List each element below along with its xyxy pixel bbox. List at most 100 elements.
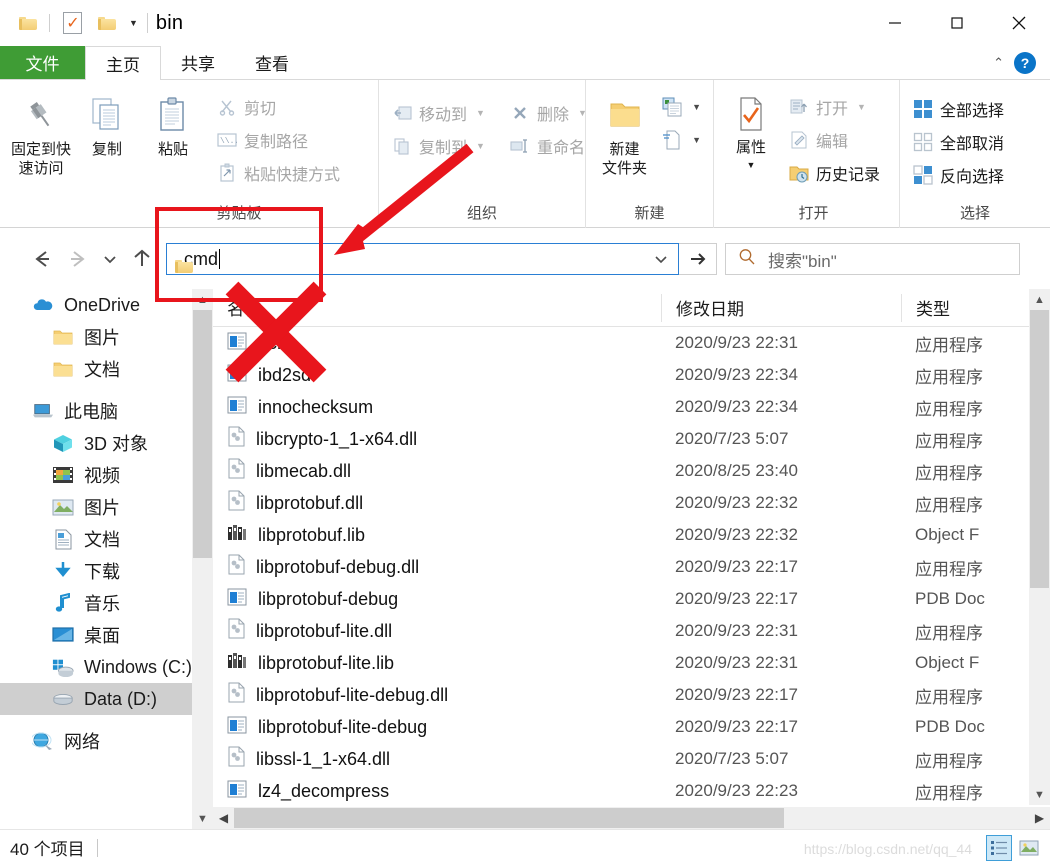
collapse-ribbon-icon[interactable]: ⌃: [993, 55, 1004, 71]
qat-properties-icon[interactable]: ✓: [55, 6, 89, 40]
nav-scroll-thumb[interactable]: [193, 310, 212, 558]
table-row[interactable]: lz4_decompress 2020/9/23 22:23 应用程序: [213, 775, 1050, 807]
sidebar-item-0[interactable]: OneDrive: [0, 289, 213, 321]
tab-view[interactable]: 查看: [235, 46, 309, 79]
window-folder-icon[interactable]: [10, 6, 44, 40]
table-row[interactable]: libcrypto-1_1-x64.dll 2020/7/23 5:07 应用程序: [213, 423, 1050, 455]
nav-scroll-down-icon[interactable]: ▼: [192, 808, 213, 829]
file-type-cell: 应用程序: [915, 335, 983, 355]
table-row[interactable]: libprotobuf.dll 2020/9/23 22:32 应用程序: [213, 487, 1050, 519]
table-row[interactable]: libprotobuf-lite.lib 2020/9/23 22:31 Objec…: [213, 647, 1050, 679]
list-scroll-thumb[interactable]: [1030, 310, 1049, 588]
history-button[interactable]: 历史记录: [784, 158, 884, 188]
move-to-caret-icon[interactable]: ▼: [476, 108, 485, 118]
copy-path-button[interactable]: \\.. 复制路径: [212, 125, 344, 155]
rename-button[interactable]: 重命名: [505, 131, 591, 161]
edit-button[interactable]: 编辑: [784, 125, 884, 155]
sidebar-item-6[interactable]: 图片: [0, 491, 213, 523]
sidebar-item-5[interactable]: 视频: [0, 459, 213, 491]
paste-button[interactable]: 粘贴: [140, 88, 206, 159]
easy-access-button[interactable]: ▼: [657, 125, 705, 155]
search-box[interactable]: 搜索"bin": [725, 243, 1020, 275]
pin-to-quick-access-button[interactable]: 固定到快 速访问: [8, 88, 74, 178]
hscroll-track[interactable]: [234, 807, 1029, 829]
copy-to-button[interactable]: 复制到 ▼: [387, 131, 489, 161]
tab-share[interactable]: 共享: [161, 46, 235, 79]
column-header-date[interactable]: 修改日期: [661, 293, 901, 322]
column-header-type[interactable]: 类型: [901, 293, 1011, 322]
table-row[interactable]: libprotobuf-debug.dll 2020/9/23 22:17 应用程序: [213, 551, 1050, 583]
address-bar[interactable]: cmd: [166, 243, 679, 275]
table-row[interactable]: innochecksum 2020/9/23 22:34 应用程序: [213, 391, 1050, 423]
go-button[interactable]: [679, 243, 717, 275]
sidebar-item-2[interactable]: 文档: [0, 353, 213, 385]
thumbnail-view-icon[interactable]: [1016, 835, 1042, 861]
sidebar-item-9[interactable]: 音乐: [0, 587, 213, 619]
properties-button[interactable]: 属性 ▼: [722, 88, 780, 173]
sidebar-item-7[interactable]: 文档: [0, 523, 213, 555]
quick-access-toolbar: ✓ ▼ bin: [0, 6, 183, 40]
up-button[interactable]: [124, 241, 160, 277]
sidebar-item-13[interactable]: 网络: [0, 725, 213, 757]
table-row[interactable]: libssl-1_1-x64.dll 2020/7/23 5:07 应用程序: [213, 743, 1050, 775]
tab-file[interactable]: 文件: [0, 46, 85, 79]
sidebar-item-8[interactable]: 下载: [0, 555, 213, 587]
list-scroll-up-icon[interactable]: ▲: [1029, 289, 1050, 310]
hscroll-right-icon[interactable]: ▶: [1029, 807, 1050, 829]
tab-home[interactable]: 主页: [85, 46, 161, 80]
onedrive-cloud-icon: [32, 297, 54, 313]
hscroll-left-icon[interactable]: ◀: [213, 807, 234, 829]
hscroll-thumb[interactable]: [234, 808, 784, 828]
copy-button[interactable]: 复制: [74, 88, 140, 159]
new-item-caret-icon[interactable]: ▼: [692, 102, 701, 112]
open-button[interactable]: 打开 ▼: [784, 92, 884, 122]
new-item-button[interactable]: ▼: [657, 92, 705, 122]
qat-new-folder-icon[interactable]: [89, 6, 123, 40]
table-row[interactable]: libprotobuf-lite-debug 2020/9/23 22:17 PDB…: [213, 711, 1050, 743]
recent-locations-button[interactable]: [96, 241, 124, 277]
sidebar-item-1[interactable]: 图片: [0, 321, 213, 353]
open-caret-icon[interactable]: ▼: [857, 102, 866, 112]
select-none-button[interactable]: 全部取消: [908, 127, 1008, 157]
invert-selection-button[interactable]: 反向选择: [908, 160, 1008, 190]
forward-button[interactable]: [60, 241, 96, 277]
help-icon[interactable]: ?: [1014, 51, 1036, 74]
details-view-icon[interactable]: [986, 834, 1012, 861]
properties-caret-icon[interactable]: ▼: [747, 160, 756, 170]
select-all-button[interactable]: 全部选择: [908, 94, 1008, 124]
nav-pane-scrollbar[interactable]: ▲ ▼: [192, 289, 213, 829]
table-row[interactable]: libprotobuf.lib 2020/9/23 22:32 Object F: [213, 519, 1050, 551]
qat-dropdown-icon[interactable]: ▼: [123, 6, 145, 40]
new-folder-button[interactable]: 新建 文件夹: [594, 88, 655, 178]
sidebar-item-12[interactable]: Data (D:): [0, 683, 213, 715]
minimize-button[interactable]: [864, 0, 926, 46]
back-button[interactable]: [24, 241, 60, 277]
table-row[interactable]: echo 2020/9/23 22:31 应用程序: [213, 327, 1050, 359]
address-dropdown-icon[interactable]: [644, 244, 678, 274]
move-to-button[interactable]: 移动到 ▼: [387, 98, 489, 128]
table-row[interactable]: ibd2sdi 2020/9/23 22:34 应用程序: [213, 359, 1050, 391]
title-bar: ✓ ▼ bin: [0, 0, 1050, 46]
easy-access-caret-icon[interactable]: ▼: [692, 135, 701, 145]
delete-button[interactable]: 删除 ▼: [505, 98, 591, 128]
copy-to-caret-icon[interactable]: ▼: [476, 141, 485, 151]
table-row[interactable]: libmecab.dll 2020/8/25 23:40 应用程序: [213, 455, 1050, 487]
list-scroll-down-icon[interactable]: ▼: [1029, 784, 1050, 805]
nav-scroll-up-icon[interactable]: ▲: [192, 289, 213, 310]
sidebar-item-4[interactable]: 3D 对象: [0, 427, 213, 459]
paste-shortcut-button[interactable]: 粘贴快捷方式: [212, 158, 344, 188]
cut-button[interactable]: 剪切: [212, 92, 344, 122]
search-input[interactable]: 搜索"bin": [768, 247, 837, 272]
column-header-name[interactable]: 名称: [213, 294, 661, 322]
close-button[interactable]: [988, 0, 1050, 46]
sidebar-item-10[interactable]: 桌面: [0, 619, 213, 651]
file-type-cell: 应用程序: [915, 495, 983, 515]
table-row[interactable]: libprotobuf-lite-debug.dll 2020/9/23 22:1…: [213, 679, 1050, 711]
file-list-horizontal-scrollbar[interactable]: ◀ ▶: [213, 807, 1050, 829]
sidebar-item-11[interactable]: Windows (C:): [0, 651, 213, 683]
maximize-button[interactable]: [926, 0, 988, 46]
table-row[interactable]: libprotobuf-lite.dll 2020/9/23 22:31 应用程序: [213, 615, 1050, 647]
table-row[interactable]: libprotobuf-debug 2020/9/23 22:17 PDB Doc: [213, 583, 1050, 615]
file-list-vertical-scrollbar[interactable]: ▲ ▼: [1029, 289, 1050, 805]
sidebar-item-3[interactable]: 此电脑: [0, 395, 213, 427]
